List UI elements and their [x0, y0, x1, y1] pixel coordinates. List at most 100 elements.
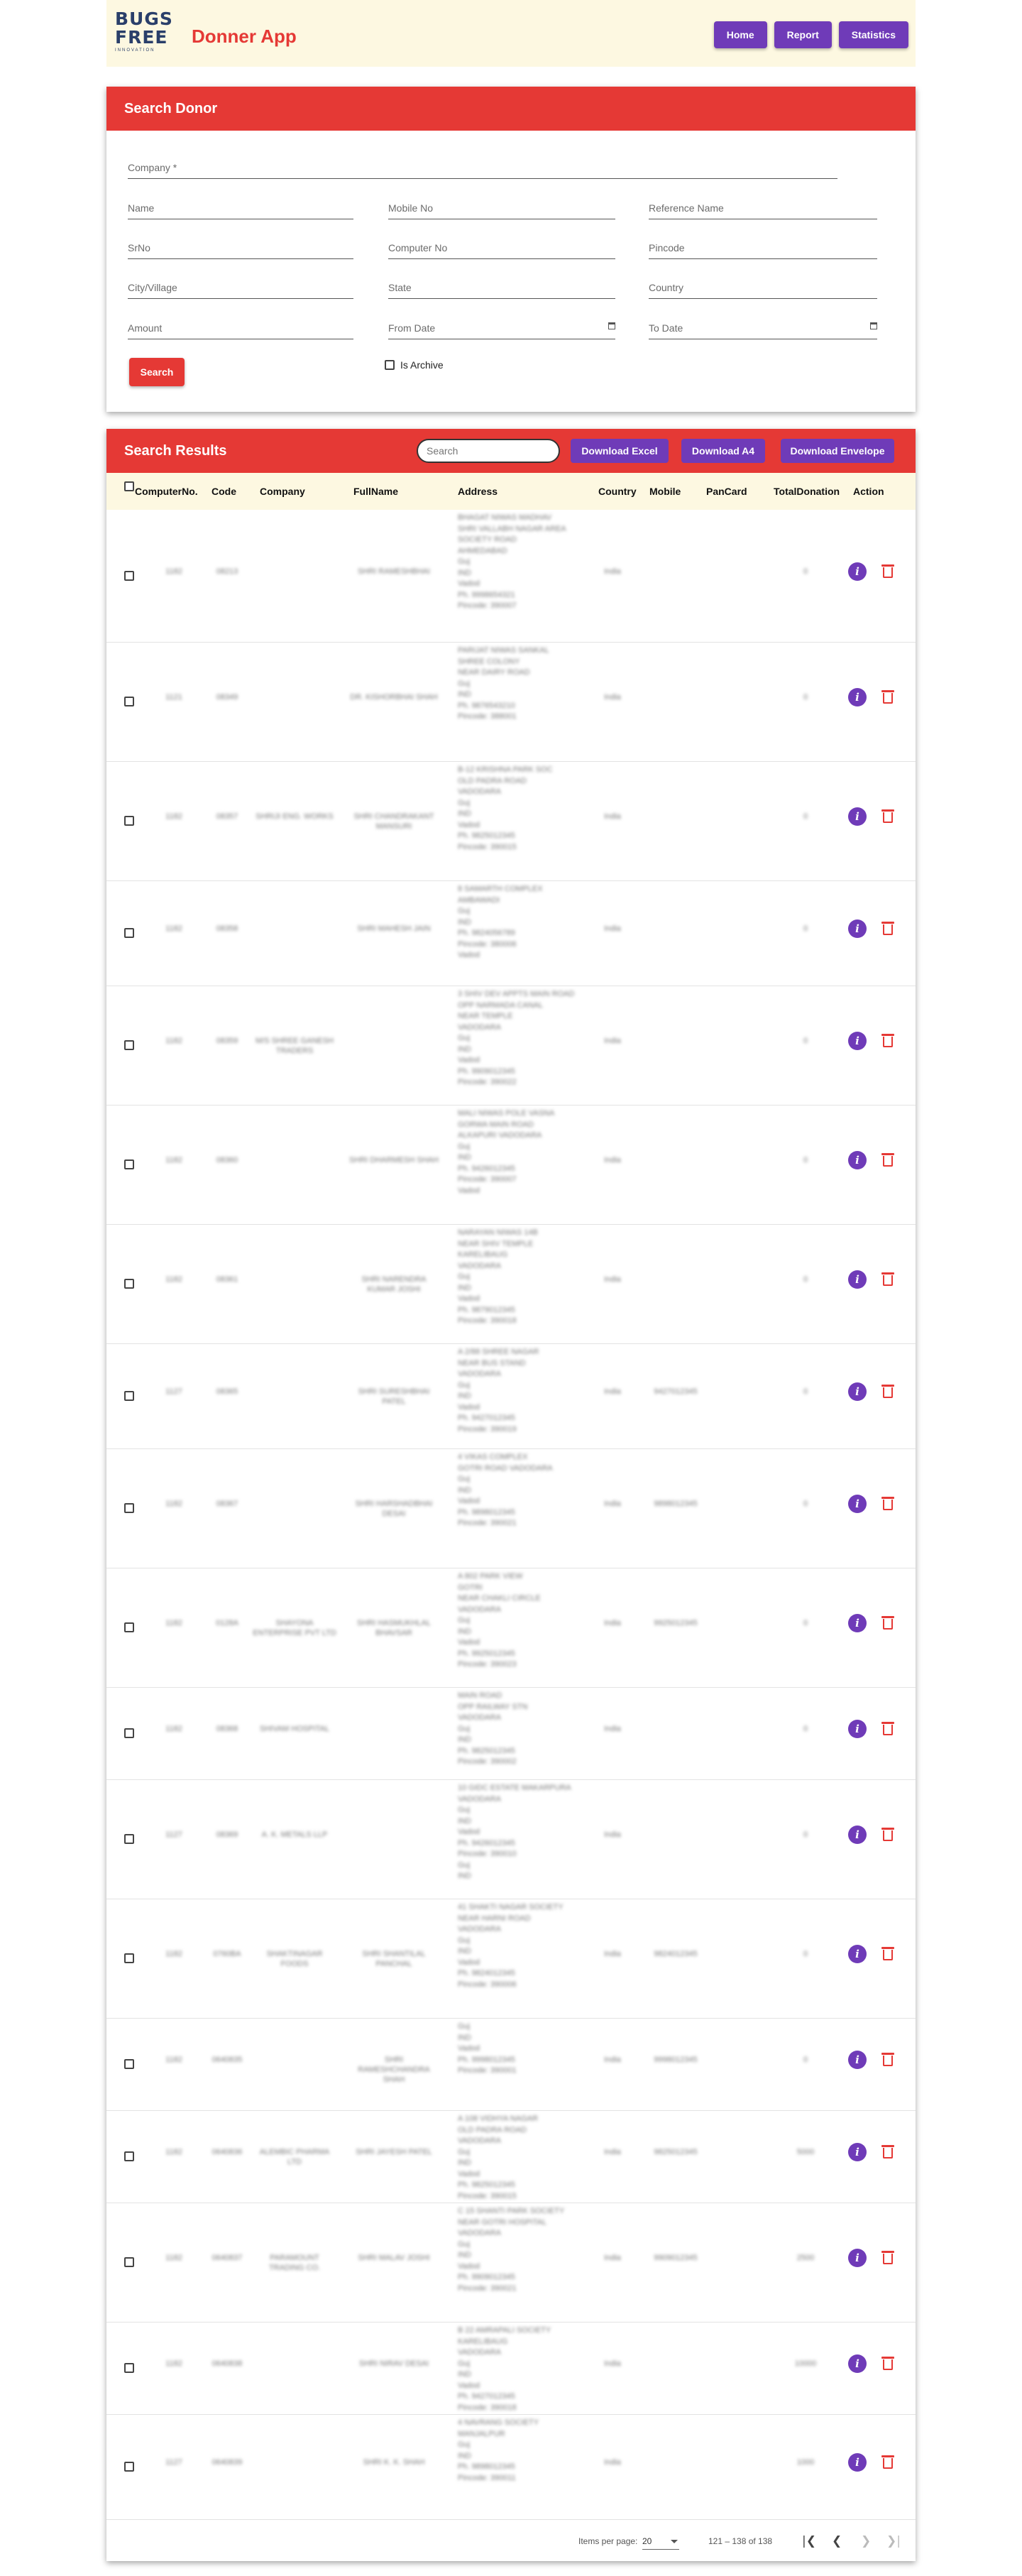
trash-icon[interactable]	[881, 564, 894, 578]
trash-icon[interactable]	[881, 2357, 894, 2370]
table-row[interactable]: 1182 0760BA SHAKTINAGAR FOODS SHRI SHANTILA…	[106, 1899, 916, 2019]
name-field[interactable]: Name	[128, 201, 353, 219]
row-checkbox[interactable]	[124, 2151, 134, 2161]
info-icon[interactable]: i	[848, 688, 867, 706]
is-archive-checkbox[interactable]	[385, 360, 395, 370]
last-page-icon[interactable]: ❯|	[886, 2534, 901, 2548]
row-checkbox[interactable]	[124, 1834, 134, 1844]
trash-icon[interactable]	[881, 1947, 894, 1960]
info-icon[interactable]: i	[848, 2453, 867, 2472]
nav-report-button[interactable]: Report	[774, 21, 832, 48]
results-search-input[interactable]	[417, 439, 560, 463]
is-archive-option[interactable]: Is Archive	[385, 359, 444, 371]
table-row[interactable]: 1182 08368 SHIVAM HOSPITAL India 0 MAIN ROAD O…	[106, 1688, 916, 1780]
info-icon[interactable]: i	[848, 807, 867, 826]
trash-icon[interactable]	[881, 2053, 894, 2066]
col-country[interactable]: Country	[598, 486, 637, 497]
row-checkbox[interactable]	[124, 2363, 134, 2373]
info-icon[interactable]: i	[848, 2051, 867, 2069]
previous-page-icon[interactable]: ❮	[832, 2534, 842, 2548]
table-row[interactable]: 1182 08357 SHRIJI ENG. WORKS SHRI CHANDRAKA…	[106, 762, 916, 881]
col-company[interactable]: Company	[260, 486, 305, 497]
table-row[interactable]: 1182 08358 SHRI MAHESH JAIN India 0 8 SAMARTH…	[106, 881, 916, 986]
to-date-field[interactable]: To Date	[649, 321, 877, 339]
calendar-icon[interactable]	[870, 322, 877, 329]
row-checkbox[interactable]	[124, 928, 134, 938]
trash-icon[interactable]	[881, 1497, 894, 1510]
calendar-icon[interactable]	[608, 322, 615, 329]
computer-no-field[interactable]: Computer No	[388, 241, 615, 259]
trash-icon[interactable]	[881, 1385, 894, 1398]
info-icon[interactable]: i	[848, 1382, 867, 1401]
col-address[interactable]: Address	[458, 486, 498, 497]
row-checkbox[interactable]	[124, 2059, 134, 2069]
state-field[interactable]: State	[388, 280, 615, 299]
table-row[interactable]: 1121 08349 DR. KISHORBHAI SHAH India 0 PARIJA…	[106, 643, 916, 762]
city-field[interactable]: City/Village	[128, 280, 353, 299]
table-row[interactable]: 1182 0640838 SHRI NIRAV DESAI India 10000 B 2…	[106, 2323, 916, 2415]
info-icon[interactable]: i	[848, 1151, 867, 1169]
row-checkbox[interactable]	[124, 816, 134, 826]
table-row[interactable]: 1127 08365 SHRI SURESHBHAI PATEL India 94270…	[106, 1344, 916, 1449]
info-icon[interactable]: i	[848, 1270, 867, 1289]
info-icon[interactable]: i	[848, 1495, 867, 1513]
row-checkbox[interactable]	[124, 697, 134, 706]
table-row[interactable]: 1182 08367 SHRI HARSHADBHAI DESAI India 9898…	[106, 1449, 916, 1568]
trash-icon[interactable]	[881, 1272, 894, 1286]
info-icon[interactable]: i	[848, 2143, 867, 2161]
row-checkbox[interactable]	[124, 1622, 134, 1632]
from-date-field[interactable]: From Date	[388, 321, 615, 339]
reference-name-field[interactable]: Reference Name	[649, 201, 877, 219]
table-row[interactable]: 1182 0640835 SHRI RAMESHCHANDRA SHAH India 9…	[106, 2019, 916, 2111]
trash-icon[interactable]	[881, 1153, 894, 1167]
info-icon[interactable]: i	[848, 1825, 867, 1844]
table-row[interactable]: 1127 08369 A. K. METALS LLP India 0 10 GIDC E…	[106, 1780, 916, 1899]
nav-home-button[interactable]: Home	[713, 21, 767, 48]
row-checkbox[interactable]	[124, 1953, 134, 1963]
amount-field[interactable]: Amount	[128, 321, 353, 339]
bugs-free-logo[interactable]: BUGS FREE INNOVATION	[115, 10, 176, 57]
row-checkbox[interactable]	[124, 2462, 134, 2472]
col-total-donation[interactable]: TotalDonation	[774, 486, 840, 497]
row-checkbox[interactable]	[124, 1159, 134, 1169]
row-checkbox[interactable]	[124, 1279, 134, 1289]
table-row[interactable]: 1182 08360 SHRI DHARMESH SHAH India 0 MALI NI…	[106, 1106, 916, 1225]
info-icon[interactable]: i	[848, 1720, 867, 1738]
trash-icon[interactable]	[881, 922, 894, 935]
info-icon[interactable]: i	[848, 919, 867, 938]
trash-icon[interactable]	[881, 690, 894, 704]
next-page-icon[interactable]: ❯	[861, 2534, 871, 2548]
trash-icon[interactable]	[881, 2251, 894, 2264]
col-code[interactable]: Code	[211, 486, 236, 497]
table-row[interactable]: 1182 0128A SHAYONA ENTERPRISE PVT LTD SHRI …	[106, 1568, 916, 1688]
table-row[interactable]: 1182 0640836 ALEMBIC PHARMA LTD SHRI JAYESH…	[106, 2111, 916, 2203]
info-icon[interactable]: i	[848, 2354, 867, 2373]
trash-icon[interactable]	[881, 1722, 894, 1735]
company-field[interactable]: Company *	[128, 160, 837, 179]
trash-icon[interactable]	[881, 2455, 894, 2469]
nav-statistics-button[interactable]: Statistics	[838, 21, 908, 48]
trash-icon[interactable]	[881, 1828, 894, 1841]
row-checkbox[interactable]	[124, 1503, 134, 1513]
row-checkbox[interactable]	[124, 1040, 134, 1050]
table-row[interactable]: 1182 08361 SHRI NARENDRA KUMAR JOSHI India 0…	[106, 1225, 916, 1344]
col-mobile[interactable]: Mobile	[649, 486, 681, 497]
info-icon[interactable]: i	[848, 1945, 867, 1963]
row-checkbox[interactable]	[124, 1391, 134, 1401]
table-row[interactable]: 1182 0640837 PARAMOUNT TRADING CO. SHRI MAL…	[106, 2203, 916, 2323]
col-fullname[interactable]: FullName	[353, 486, 398, 497]
search-button[interactable]: Search	[129, 358, 185, 386]
table-row[interactable]: 1127 0640839 SHRI K. K. SHAH India 1000 4 NAV…	[106, 2415, 916, 2520]
trash-icon[interactable]	[881, 809, 894, 823]
trash-icon[interactable]	[881, 1616, 894, 1630]
table-row[interactable]: 1182 08213 SHRI RAMESHBHAI India 0 BHAGAT NIW…	[106, 510, 916, 643]
mobile-field[interactable]: Mobile No	[388, 201, 615, 219]
col-computer-no[interactable]: ComputerNo.	[135, 486, 198, 497]
col-pancard[interactable]: PanCard	[706, 486, 747, 497]
select-all-checkbox[interactable]	[124, 481, 134, 491]
info-icon[interactable]: i	[848, 562, 867, 581]
info-icon[interactable]: i	[848, 2249, 867, 2267]
trash-icon[interactable]	[881, 2145, 894, 2159]
first-page-icon[interactable]: |❮	[802, 2534, 816, 2548]
row-checkbox[interactable]	[124, 2257, 134, 2267]
